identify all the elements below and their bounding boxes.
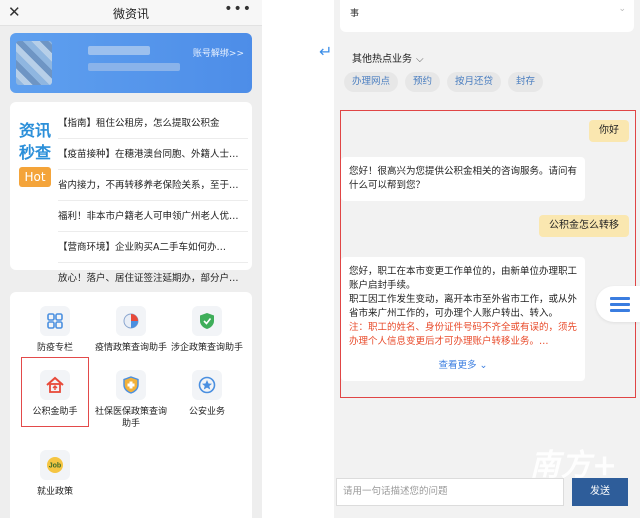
tile-enterprise-policy-assistant[interactable]: 涉企政策查询助手 — [168, 306, 246, 354]
news-panel: 资讯 秒查 Hot 【指南】租住公租房，怎么提取公积金 【疫苗接种】在穗港澳台同… — [10, 102, 252, 284]
news-item[interactable]: 放心！落户、居住证签注延期办，部分户… — [58, 263, 248, 294]
pie-chart-icon — [116, 306, 146, 336]
tile-epidemic-column[interactable]: 防疫专栏 — [16, 306, 94, 354]
see-more-label: 查看更多 — [438, 360, 477, 371]
news-brand-logo: 资讯 秒查 Hot — [16, 120, 54, 187]
tile-label: 涉企政策查询助手 — [170, 343, 243, 353]
brand-line-2: 秒查 — [18, 143, 51, 162]
news-item[interactable]: 【营商环境】企业购买A二手车如何办… — [58, 232, 248, 263]
house-icon — [40, 370, 70, 400]
chevron-down-icon[interactable]: ⌄ — [618, 4, 626, 14]
menu-bar — [610, 297, 630, 300]
hot-badge: Hot — [19, 167, 51, 187]
hamburger-menu-button[interactable] — [596, 286, 640, 322]
bot-answer-paragraph: 职工因工作发生变动，离开本市至外省市工作，或从外省市来广州工作的，可办理个人账户… — [349, 294, 578, 319]
blurred-account-info — [88, 63, 180, 71]
menu-bar — [610, 303, 630, 306]
news-item[interactable]: 省内接力，不再转移养老保险关系，至于… — [58, 170, 248, 201]
job-icon-text: Job — [49, 463, 61, 470]
chip-service-outlets[interactable]: 办理网点 — [344, 72, 399, 92]
quick-reply-chips: 办理网点 预约 按月还贷 封存 — [344, 69, 550, 92]
brand-line-1: 资讯 — [18, 121, 51, 140]
bot-answer-paragraph: 您好，职工在本市变更工作单位的，由新单位办理职工账户启封手续。 — [349, 266, 578, 291]
hot-business-label: 其他热点业务 — [352, 54, 412, 65]
job-icon: Job — [40, 450, 70, 480]
left-phone-screen: ✕ 微资讯 ••• 账号解绑>> 资讯 秒查 Hot 【指南】租住公租房，怎么提… — [0, 0, 262, 518]
tile-social-insurance-assistant[interactable]: 社保医保政策查询助手 — [92, 370, 170, 430]
news-item[interactable]: 【指南】租住公租房，怎么提取公积金 — [58, 108, 248, 139]
user-message-bubble: 公积金怎么转移 — [539, 215, 629, 237]
tile-epidemic-policy-assistant[interactable]: 疫情政策查询助手 — [92, 306, 170, 354]
chip-seal-account[interactable]: 封存 — [508, 72, 544, 92]
previous-message-card: 事 ⌄ — [340, 0, 634, 32]
tile-label: 社保医保政策查询助手 — [94, 407, 167, 429]
news-item[interactable]: 福利！非本市户籍老人可申领广州老人优… — [58, 201, 248, 232]
tile-public-security[interactable]: 公安业务 — [168, 370, 246, 418]
chevron-down-icon: ⌄ — [479, 360, 488, 371]
shield-icon — [116, 370, 146, 400]
hot-business-toggle[interactable]: 其他热点业务 ⌵ — [352, 50, 424, 65]
double-chevron-down-icon: ⌵ — [416, 54, 424, 65]
menu-bar — [610, 309, 630, 312]
see-more-link[interactable]: 查看更多 ⌄ — [349, 359, 577, 373]
grid-apps-icon — [40, 306, 70, 336]
news-item[interactable]: 【疫苗接种】在穗港澳台同胞、外籍人士… — [58, 139, 248, 170]
tile-label: 防疫专栏 — [36, 343, 73, 353]
avatar — [16, 41, 52, 85]
blurred-username — [88, 46, 150, 55]
account-unbind-link[interactable]: 账号解绑>> — [193, 46, 244, 59]
shield-leaf-icon — [192, 306, 222, 336]
return-icon[interactable]: ↵ — [319, 42, 332, 61]
police-badge-icon — [192, 370, 222, 400]
tile-label: 公积金助手 — [32, 407, 78, 417]
tile-label: 公安业务 — [188, 407, 225, 417]
tile-label: 就业政策 — [36, 487, 73, 497]
more-options-icon[interactable]: ••• — [224, 1, 252, 17]
bot-answer-note: 注：职工的姓名、身份证件号码不齐全或有误的，须先办理个人信息变更后才可办理账户转… — [349, 322, 578, 347]
page-title: 微资讯 — [112, 7, 149, 21]
tile-employment-policy[interactable]: Job 就业政策 — [16, 450, 94, 498]
mini-program-topbar: ✕ 微资讯 ••• — [0, 0, 262, 26]
chip-monthly-repayment[interactable]: 按月还贷 — [447, 72, 502, 92]
tile-label: 疫情政策查询助手 — [94, 343, 167, 353]
service-grid: 防疫专栏 疫情政策查询助手 涉企政策查询助手 公积金助手 社保医保政策查询助手 … — [10, 292, 252, 518]
account-banner: 账号解绑>> — [10, 33, 252, 93]
tile-housing-fund-assistant[interactable]: 公积金助手 — [16, 370, 94, 418]
previous-card-text: 事 — [350, 9, 360, 19]
chip-appointment[interactable]: 预约 — [405, 72, 441, 92]
chat-highlight-area: 你好 您好！很高兴为您提供公积金相关的咨询服务。请问有什么可以帮到您？ 公积金怎… — [340, 110, 636, 398]
bot-message-bubble: 您好！很高兴为您提供公积金相关的咨询服务。请问有什么可以帮到您？ — [341, 157, 585, 201]
bot-message-bubble: 您好，职工在本市变更工作单位的，由新单位办理职工账户启封手续。 职工因工作发生变… — [341, 257, 585, 381]
watermark-logo: 南方+ — [530, 448, 619, 483]
user-message-bubble: 你好 — [589, 120, 629, 142]
news-list: 【指南】租住公租房，怎么提取公积金 【疫苗接种】在穗港澳台同胞、外籍人士… 省内… — [58, 108, 248, 294]
